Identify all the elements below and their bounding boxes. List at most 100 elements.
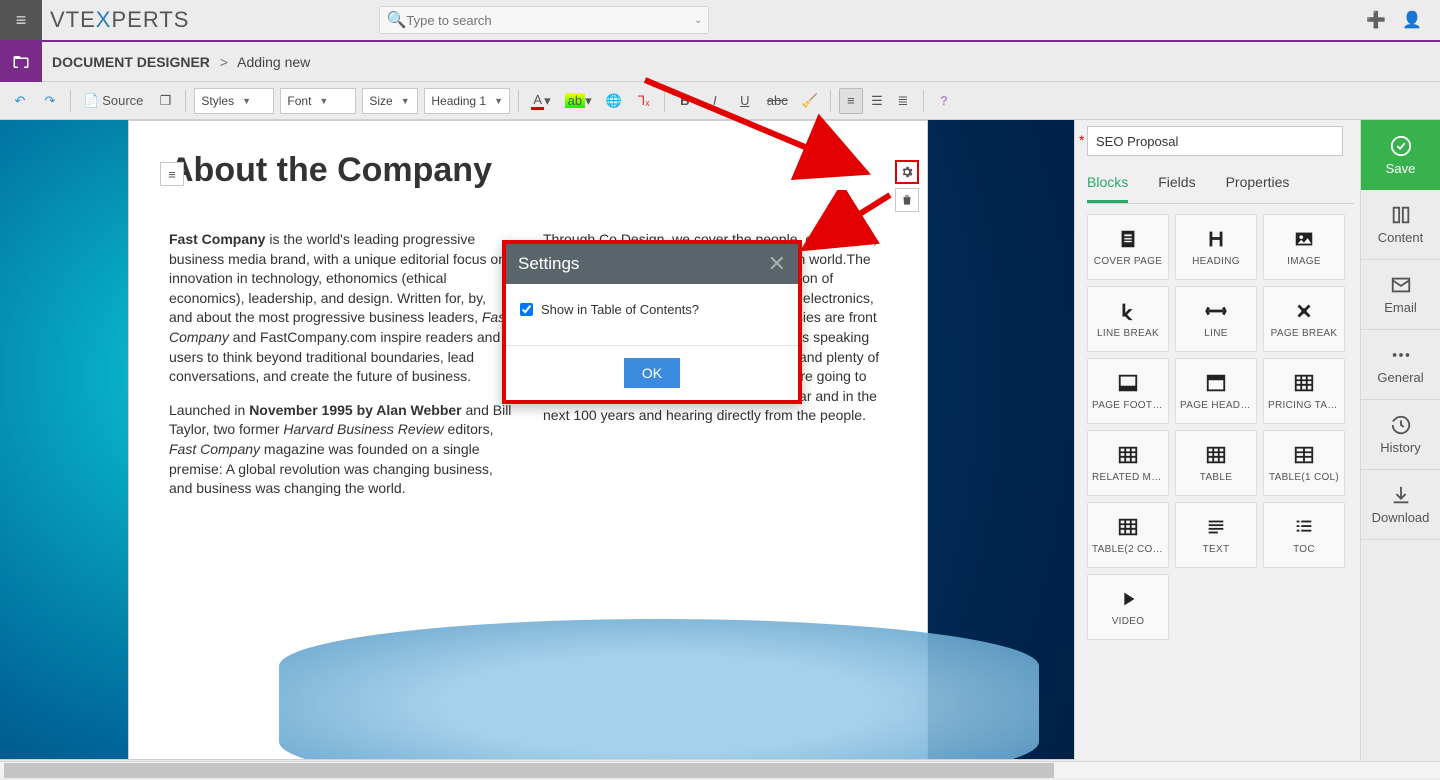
settings-modal: Settings ✕ Show in Table of Contents? OK: [502, 240, 802, 404]
size-label: Size: [369, 94, 392, 108]
block-label: PAGE BREAK: [1264, 328, 1344, 339]
document-page[interactable]: About the Company Fast Company is the wo…: [128, 120, 928, 760]
text: Harvard Business Review: [283, 421, 443, 437]
help-button[interactable]: ?: [932, 88, 956, 114]
editor-toolbar: ↶ ↷ 📄 Source ❐ Styles▼ Font▼ Size▼ Headi…: [0, 82, 1440, 120]
block-item-image[interactable]: IMAGE: [1263, 214, 1345, 280]
tab-properties[interactable]: Properties: [1226, 168, 1290, 203]
insert-image-button[interactable]: 🌐: [602, 88, 626, 114]
block-item-heading[interactable]: HEADING: [1175, 214, 1257, 280]
general-label: General: [1377, 370, 1423, 385]
block-label: IMAGE: [1264, 256, 1344, 267]
align-left-button[interactable]: ≡: [839, 88, 863, 114]
block-item-line-break[interactable]: LINE BREAK: [1087, 286, 1169, 352]
italic-button[interactable]: I: [703, 88, 727, 114]
worldmap-image: [279, 619, 1039, 760]
breadcrumb-sub: Adding new: [237, 54, 310, 70]
modal-title: Settings: [518, 254, 579, 274]
toc-checkbox-label: Show in Table of Contents?: [541, 302, 699, 317]
page-heading[interactable]: About the Company: [169, 151, 887, 190]
block-item-table-1-col-[interactable]: TABLE(1 COL): [1263, 430, 1345, 496]
source-button[interactable]: 📄 Source: [79, 88, 147, 114]
tab-fields[interactable]: Fields: [1158, 168, 1195, 203]
toolbar-divider: [185, 90, 186, 112]
logo-text-b: PERTS: [111, 7, 189, 32]
font-label: Font: [287, 94, 311, 108]
block-settings-button[interactable]: [895, 160, 919, 184]
bold-button[interactable]: B: [673, 88, 697, 114]
search-input[interactable]: [406, 13, 694, 28]
block-item-page-header[interactable]: PAGE HEADER: [1175, 358, 1257, 424]
block-item-text[interactable]: TEXT: [1175, 502, 1257, 568]
block-item-table-2-col-[interactable]: TABLE(2 COL...: [1087, 502, 1169, 568]
block-label: VIDEO: [1088, 616, 1168, 627]
content-col-left[interactable]: Fast Company is the world's leading prog…: [169, 230, 513, 499]
toolbar-divider: [830, 90, 831, 112]
paste-button[interactable]: ❐: [153, 88, 177, 114]
block-item-pricing-tab-[interactable]: PRICING TAB...: [1263, 358, 1345, 424]
text: Fast Company: [169, 231, 265, 247]
text: editors,: [444, 421, 494, 437]
required-asterisk: *: [1079, 132, 1084, 148]
toolbar-divider: [518, 90, 519, 112]
block-delete-button[interactable]: [895, 188, 919, 212]
remove-format-button[interactable]: Ꞁₓ: [632, 88, 656, 114]
block-item-toc[interactable]: TOC: [1263, 502, 1345, 568]
tab-blocks[interactable]: Blocks: [1087, 168, 1128, 203]
save-button[interactable]: Save: [1361, 120, 1440, 190]
email-button[interactable]: Email: [1361, 260, 1440, 330]
block-label: TEXT: [1176, 544, 1256, 555]
underline-button[interactable]: U: [733, 88, 757, 114]
redo-button[interactable]: ↷: [38, 88, 62, 114]
block-item-page-break[interactable]: PAGE BREAK: [1263, 286, 1345, 352]
document-title-input[interactable]: [1087, 126, 1343, 156]
align-right-button[interactable]: ≣: [891, 88, 915, 114]
content-button[interactable]: Content: [1361, 190, 1440, 260]
modal-ok-button[interactable]: OK: [624, 358, 680, 388]
block-handle-icon[interactable]: ≡: [160, 162, 184, 186]
font-select[interactable]: Font▼: [280, 88, 356, 114]
general-button[interactable]: General: [1361, 330, 1440, 400]
toc-checkbox-row[interactable]: Show in Table of Contents?: [520, 302, 784, 317]
breadcrumb-main[interactable]: DOCUMENT DESIGNER: [52, 54, 210, 70]
heading-select[interactable]: Heading 1▼: [424, 88, 510, 114]
global-search[interactable]: 🔍 ⌄: [379, 6, 709, 34]
clear-formatting-button[interactable]: 🧹: [798, 88, 822, 114]
size-select[interactable]: Size▼: [362, 88, 418, 114]
toolbar-divider: [664, 90, 665, 112]
add-new-icon[interactable]: ➕: [1366, 10, 1386, 30]
download-button[interactable]: Download: [1361, 470, 1440, 540]
undo-button[interactable]: ↶: [8, 88, 32, 114]
block-label: LINE BREAK: [1088, 328, 1168, 339]
right-panel: * Blocks Fields Properties COVER PAGE HEA…: [1074, 120, 1360, 760]
user-profile-icon[interactable]: 👤: [1402, 10, 1422, 30]
block-label: TABLE: [1176, 472, 1256, 483]
block-item-table[interactable]: TABLE: [1175, 430, 1257, 496]
strike-button[interactable]: abc: [763, 88, 792, 114]
menu-hamburger[interactable]: ≡: [0, 0, 42, 40]
block-item-cover-page[interactable]: COVER PAGE: [1087, 214, 1169, 280]
block-label: TOC: [1264, 544, 1344, 555]
app-logo: VTEXPERTS: [50, 7, 189, 33]
text: November 1995 by Alan Webber: [249, 402, 461, 418]
align-center-button[interactable]: ☰: [865, 88, 889, 114]
bg-color-button[interactable]: ab▾: [561, 88, 596, 114]
text-color-button[interactable]: A▾: [527, 88, 554, 114]
toc-checkbox[interactable]: [520, 303, 533, 316]
horizontal-scrollbar[interactable]: [0, 761, 1440, 778]
history-button[interactable]: History: [1361, 400, 1440, 470]
module-icon[interactable]: [0, 42, 42, 82]
block-item-related-mo-[interactable]: RELATED MO...: [1087, 430, 1169, 496]
search-dropdown-icon[interactable]: ⌄: [694, 15, 702, 26]
block-item-video[interactable]: VIDEO: [1087, 574, 1169, 640]
block-label: PRICING TAB...: [1264, 400, 1344, 411]
text: Launched in: [169, 402, 249, 418]
modal-close-button[interactable]: ✕: [768, 251, 786, 277]
block-item-line[interactable]: LINE: [1175, 286, 1257, 352]
action-rail: Save Content Email General History Downl…: [1360, 120, 1440, 760]
block-label: LINE: [1176, 328, 1256, 339]
styles-select[interactable]: Styles▼: [194, 88, 274, 114]
block-item-page-footer[interactable]: PAGE FOOTER: [1087, 358, 1169, 424]
block-label: COVER PAGE: [1088, 256, 1168, 267]
breadcrumb-sep: >: [220, 54, 228, 70]
